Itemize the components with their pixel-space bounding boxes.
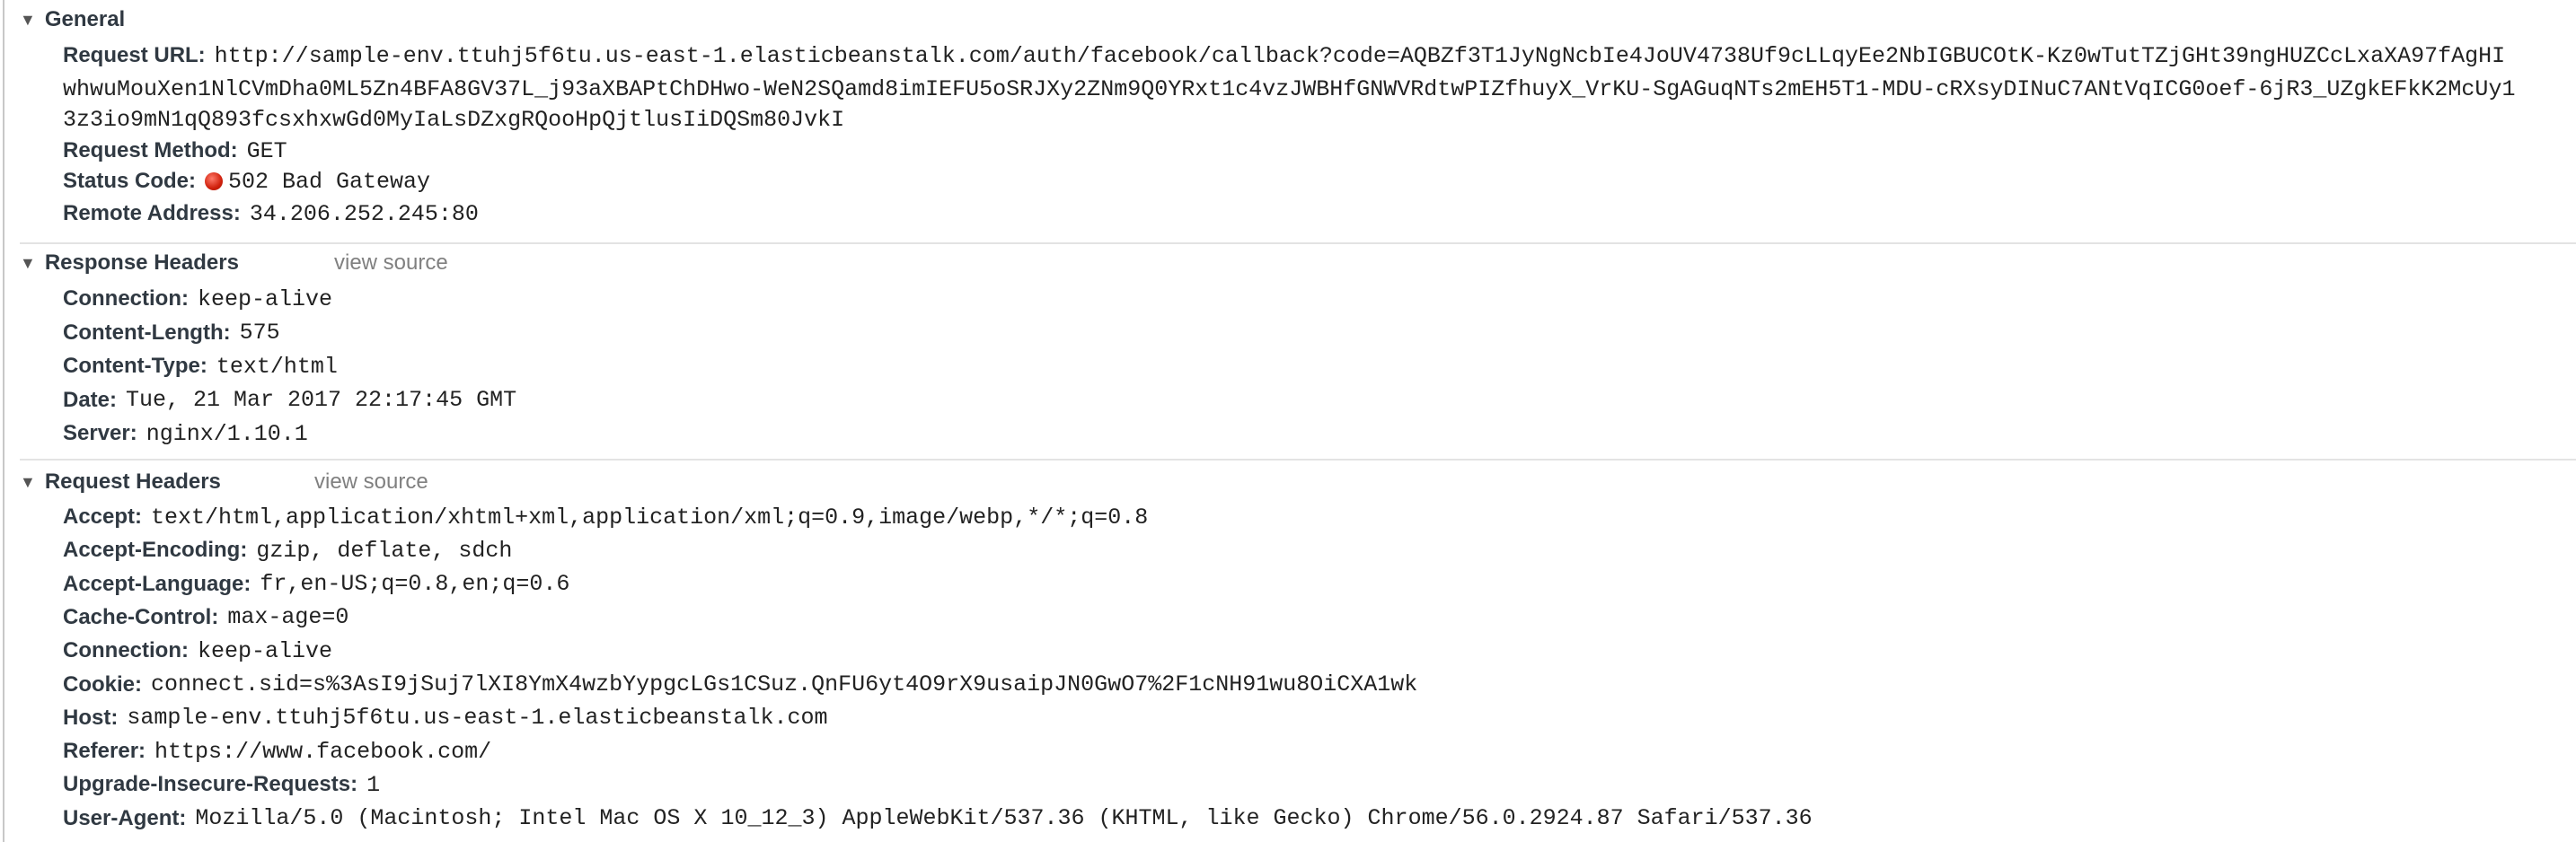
header-value: sample-env.ttuhj5f6tu.us-east-1.elasticb…: [127, 705, 828, 732]
remote-address-label: Remote Address:: [63, 201, 241, 225]
request-url-row: Request URL: http://sample-env.ttuhj5f6t…: [63, 39, 2505, 72]
header-value: https://www.facebook.com/: [154, 738, 492, 765]
status-error-dot-icon: [205, 172, 224, 190]
header-row: Cache-Control: max-age=0: [63, 601, 348, 634]
remote-address-row: Remote Address: 34.206.252.245:80: [63, 197, 479, 230]
header-value: text/html: [216, 353, 338, 380]
panel-left-border: [3, 0, 4, 842]
header-value: connect.sid=s%3AsI9jSuj7lXI8YmX4wzbYypgc…: [151, 671, 1418, 697]
header-name: Server:: [63, 421, 137, 445]
header-name: Date:: [63, 387, 118, 412]
header-row: Cookie: connect.sid=s%3AsI9jSuj7lXI8YmX4w…: [63, 669, 1417, 701]
header-name: Accept:: [63, 504, 143, 529]
header-row: Accept: text/html,application/xhtml+xml,a…: [63, 501, 1148, 533]
view-source-link[interactable]: view source: [334, 250, 448, 276]
request-url-value-line-3: 3z3io9mN1qQ893fcsxhxwGd0MyIaLsDZxgRQooHp…: [63, 107, 845, 133]
request-method-value: GET: [246, 137, 287, 164]
header-row: Referer: https://www.facebook.com/: [63, 735, 491, 767]
header-value: text/html,application/xhtml+xml,applicat…: [151, 504, 1149, 531]
header-value: Mozilla/5.0 (Macintosh; Intel Mac OS X 1…: [195, 805, 1813, 832]
collapse-triangle-icon[interactable]: ▼: [20, 11, 36, 30]
request-url-label: Request URL:: [63, 43, 206, 67]
header-name: Connection:: [63, 638, 189, 663]
header-value: fr,en-US;q=0.8,en;q=0.6: [260, 571, 570, 598]
collapse-triangle-icon[interactable]: ▼: [20, 254, 36, 273]
status-code-row: Status Code: 502 Bad Gateway: [63, 165, 430, 197]
request-url-value-line-2: whwuMouXen1NlCVmDha0ML5Zn4BFA8GV37L_j93a…: [63, 76, 2516, 102]
header-row: Accept-Language: fr,en-US;q=0.8,en;q=0.6: [63, 568, 569, 601]
header-name: Cache-Control:: [63, 604, 219, 629]
request-method-row: Request Method: GET: [63, 135, 287, 167]
header-name: Content-Length:: [63, 320, 231, 345]
section-request-headers-header[interactable]: ▼ Request Headers view source: [20, 466, 559, 498]
header-value: keep-alive: [197, 637, 333, 664]
request-url-value-line-1: http://sample-env.ttuhj5f6tu.us-east-1.e…: [214, 42, 2506, 69]
section-general-header[interactable]: ▼ General: [20, 4, 125, 36]
header-row: Host: sample-env.ttuhj5f6tu.us-east-1.ela…: [63, 702, 827, 734]
header-name: Content-Type:: [63, 354, 207, 378]
header-name: User-Agent:: [63, 805, 187, 830]
header-row: Content-Length: 575: [63, 317, 280, 349]
header-row: Upgrade-Insecure-Requests: 1: [63, 768, 380, 801]
header-row: Date: Tue, 21 Mar 2017 22:17:45 GMT: [63, 384, 516, 417]
header-row: Connection: keep-alive: [63, 283, 332, 315]
status-code-value: 502 Bad Gateway: [228, 168, 431, 195]
header-name: Upgrade-Insecure-Requests:: [63, 772, 358, 797]
header-value: gzip, deflate, sdch: [256, 537, 513, 564]
section-title: General: [44, 7, 126, 31]
header-value: Tue, 21 Mar 2017 22:17:45 GMT: [126, 387, 517, 413]
section-divider: [20, 459, 2576, 460]
header-name: Cookie:: [63, 671, 143, 697]
collapse-triangle-icon[interactable]: ▼: [20, 473, 36, 492]
section-divider: [20, 242, 2576, 244]
header-value: 1: [366, 771, 381, 798]
header-value: max-age=0: [227, 604, 349, 631]
header-value: nginx/1.10.1: [146, 420, 308, 447]
header-row: Accept-Encoding: gzip, deflate, sdch: [63, 534, 512, 566]
section-title: Request Headers: [44, 469, 221, 494]
header-name: Connection:: [63, 286, 189, 311]
header-name: Accept-Encoding:: [63, 538, 248, 563]
section-title: Response Headers: [44, 250, 239, 275]
status-code-label: Status Code:: [63, 169, 197, 193]
header-name: Accept-Language:: [63, 571, 251, 596]
remote-address-value: 34.206.252.245:80: [249, 200, 479, 227]
header-name: Host:: [63, 705, 119, 730]
header-value: 575: [239, 320, 280, 346]
header-name: Referer:: [63, 739, 146, 764]
section-response-headers-header[interactable]: ▼ Response Headers view source: [20, 247, 559, 279]
header-value: keep-alive: [197, 285, 333, 312]
header-row: Connection: keep-alive: [63, 635, 332, 667]
view-source-link[interactable]: view source: [314, 469, 428, 495]
header-row: User-Agent: Mozilla/5.0 (Macintosh; Intel…: [63, 803, 1813, 835]
header-row: Content-Type: text/html: [63, 350, 338, 382]
header-row: Server: nginx/1.10.1: [63, 417, 308, 450]
request-method-label: Request Method:: [63, 138, 238, 162]
